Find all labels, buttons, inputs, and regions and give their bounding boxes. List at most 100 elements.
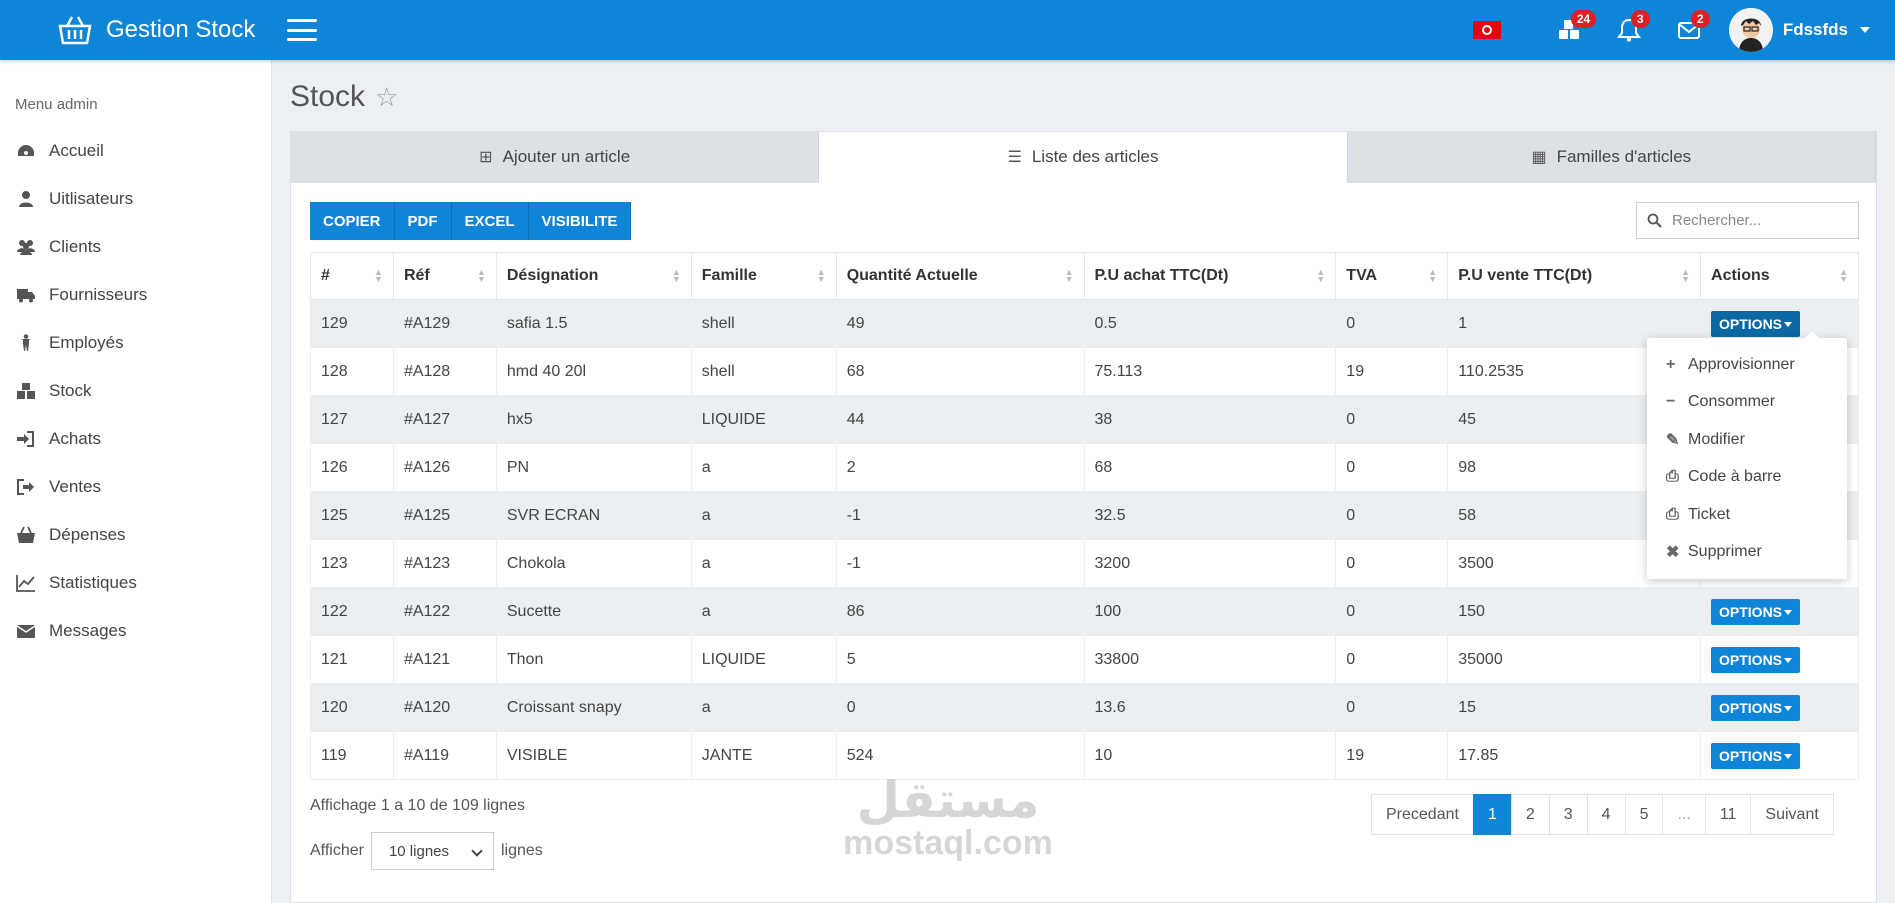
dashboard-icon bbox=[15, 141, 37, 161]
column-header-label: Réf bbox=[403, 267, 430, 284]
page-button[interactable]: 2 bbox=[1510, 794, 1550, 835]
table-cell: 38 bbox=[1083, 395, 1337, 444]
grid-icon: ▦ bbox=[1531, 149, 1547, 166]
tab-add-article[interactable]: ⊞ Ajouter un article bbox=[291, 132, 820, 182]
options-button[interactable]: OPTIONS bbox=[1711, 694, 1801, 721]
sidebar-item-label: Messages bbox=[49, 621, 127, 640]
search-input[interactable]: Rechercher... bbox=[1636, 202, 1859, 239]
sidebar-item-label: Statistiques bbox=[49, 573, 137, 592]
tunisia-flag-icon[interactable] bbox=[1472, 21, 1501, 39]
sidebar-item-label: Accueil bbox=[49, 141, 104, 160]
sidebar-item-label: Dépenses bbox=[49, 525, 126, 544]
table-cell: shell bbox=[690, 347, 837, 396]
menu-item-icon: ⎙ bbox=[1666, 468, 1679, 486]
table-row: 121 #A121 Thon LIQUIDE 5 33800 0 35000 OPTIONS bbox=[310, 635, 1859, 684]
menu-item-icon: ✖ bbox=[1666, 544, 1680, 562]
options-button[interactable]: OPTIONS bbox=[1711, 646, 1801, 673]
sidebar-item-depenses[interactable]: Dépenses bbox=[0, 511, 271, 559]
page-button[interactable]: 1 bbox=[1472, 794, 1512, 835]
menu-item-approvisionner[interactable]: + Approvisionner bbox=[1647, 346, 1847, 384]
user-icon bbox=[15, 189, 37, 209]
table-cell: 128 bbox=[310, 347, 394, 396]
pdf-button[interactable]: PDF bbox=[394, 202, 452, 240]
table-cell: a bbox=[690, 443, 837, 492]
sidebar-item-employes[interactable]: Employés bbox=[0, 319, 271, 367]
stock-alert-button[interactable]: 24 bbox=[1539, 0, 1599, 60]
page-button[interactable]: 11 bbox=[1704, 794, 1752, 835]
notifications-badge: 3 bbox=[1630, 10, 1650, 28]
options-button[interactable]: OPTIONS bbox=[1711, 742, 1801, 769]
column-header[interactable]: # ▲ ▼ bbox=[310, 252, 394, 300]
column-header[interactable]: Actions ▲ ▼ bbox=[1700, 252, 1859, 300]
user-menu[interactable]: Fdssfds bbox=[1728, 8, 1870, 52]
menu-item-modifier[interactable]: ✎ Modifier bbox=[1647, 421, 1847, 459]
sidebar-item-fournisseurs[interactable]: Fournisseurs bbox=[0, 271, 271, 319]
table-cell: SVR ECRAN bbox=[495, 491, 692, 540]
table-cell: 119 bbox=[310, 731, 394, 780]
sidebar-item-statistiques[interactable]: Statistiques bbox=[0, 559, 271, 607]
column-header[interactable]: Réf ▲ ▼ bbox=[392, 252, 497, 300]
sidebar-item-stock[interactable]: Stock bbox=[0, 367, 271, 415]
menu-item-supprimer[interactable]: ✖ Supprimer bbox=[1647, 534, 1847, 572]
brand[interactable]: Gestion Stock bbox=[0, 15, 272, 45]
sidebar-item-accueil[interactable]: Accueil bbox=[0, 127, 271, 175]
menu-item-ticket[interactable]: ⎙ Ticket bbox=[1647, 496, 1847, 534]
sort-icon: ▲ ▼ bbox=[1064, 267, 1074, 284]
menu-item-code-a-barre[interactable]: ⎙ Code à barre bbox=[1647, 459, 1847, 497]
previous-page-button[interactable]: Precedant bbox=[1371, 794, 1474, 835]
table-cell: shell bbox=[690, 299, 837, 348]
visibility-button[interactable]: VISIBILITE bbox=[528, 202, 632, 240]
envelope-icon bbox=[15, 621, 37, 641]
top-bar: Gestion Stock 24 3 2 Fdssfds bbox=[0, 0, 1895, 60]
column-header[interactable]: Quantité Actuelle ▲ ▼ bbox=[835, 252, 1085, 300]
menu-item-consommer[interactable]: − Consommer bbox=[1647, 384, 1847, 422]
next-page-button[interactable]: Suivant bbox=[1750, 794, 1834, 835]
options-button[interactable]: OPTIONS bbox=[1711, 598, 1801, 625]
sidebar-item-uitlisateurs[interactable]: Uitlisateurs bbox=[0, 175, 271, 223]
table-cell: 68 bbox=[835, 347, 1085, 396]
column-header-label: # bbox=[321, 267, 330, 284]
star-icon[interactable]: ☆ bbox=[375, 82, 398, 113]
column-header[interactable]: P.U vente TTC(Dt) ▲ ▼ bbox=[1447, 252, 1702, 300]
sidebar-item-achats[interactable]: Achats bbox=[0, 415, 271, 463]
sign-out-icon bbox=[15, 477, 37, 497]
caret-down-icon bbox=[1784, 706, 1793, 712]
menu-item-label: Modifier bbox=[1688, 430, 1745, 448]
messages-button[interactable]: 2 bbox=[1659, 0, 1719, 60]
menu-toggle-icon[interactable] bbox=[287, 19, 317, 41]
copy-button[interactable]: COPIER bbox=[310, 202, 395, 240]
tab-article-list[interactable]: ☰ Liste des articles bbox=[819, 132, 1348, 183]
table-cell: 33800 bbox=[1083, 635, 1337, 684]
page-size-select[interactable]: 10 lignes bbox=[370, 832, 494, 870]
table-cell: 17.85 bbox=[1447, 731, 1702, 780]
table-row: 123 #A123 Chokola a -1 3200 0 3500 bbox=[310, 539, 1859, 588]
page-button[interactable]: 5 bbox=[1624, 794, 1664, 835]
avatar bbox=[1728, 8, 1773, 52]
basket-icon bbox=[15, 525, 37, 545]
sidebar-item-messages[interactable]: Messages bbox=[0, 607, 271, 655]
table-cell: 120 bbox=[310, 683, 394, 732]
column-header[interactable]: TVA ▲ ▼ bbox=[1335, 252, 1449, 300]
menu-item-label: Approvisionner bbox=[1688, 355, 1795, 373]
column-header[interactable]: Désignation ▲ ▼ bbox=[495, 252, 692, 300]
table-cell: hmd 40 20l bbox=[495, 347, 692, 396]
sidebar-item-clients[interactable]: Clients bbox=[0, 223, 271, 271]
sidebar-item-label: Employés bbox=[49, 333, 124, 352]
app-title: Gestion Stock bbox=[106, 16, 256, 43]
column-header[interactable]: Famille ▲ ▼ bbox=[690, 252, 837, 300]
sort-icon: ▲ ▼ bbox=[1681, 267, 1691, 284]
list-icon: ☰ bbox=[1007, 149, 1022, 166]
tab-article-families[interactable]: ▦ Familles d'articles bbox=[1347, 132, 1876, 182]
notifications-button[interactable]: 3 bbox=[1599, 0, 1659, 60]
options-button[interactable]: OPTIONS bbox=[1711, 310, 1801, 337]
page-button[interactable]: 3 bbox=[1548, 794, 1588, 835]
sidebar-item-label: Fournisseurs bbox=[49, 285, 148, 304]
excel-button[interactable]: EXCEL bbox=[451, 202, 529, 240]
stock-badge: 24 bbox=[1570, 10, 1597, 28]
column-header[interactable]: P.U achat TTC(Dt) ▲ ▼ bbox=[1083, 252, 1337, 300]
table-cell: 75.113 bbox=[1083, 347, 1337, 396]
menu-item-icon: − bbox=[1666, 393, 1676, 411]
tab-label: Ajouter un article bbox=[502, 147, 631, 166]
sidebar-item-ventes[interactable]: Ventes bbox=[0, 463, 271, 511]
page-button[interactable]: 4 bbox=[1586, 794, 1626, 835]
